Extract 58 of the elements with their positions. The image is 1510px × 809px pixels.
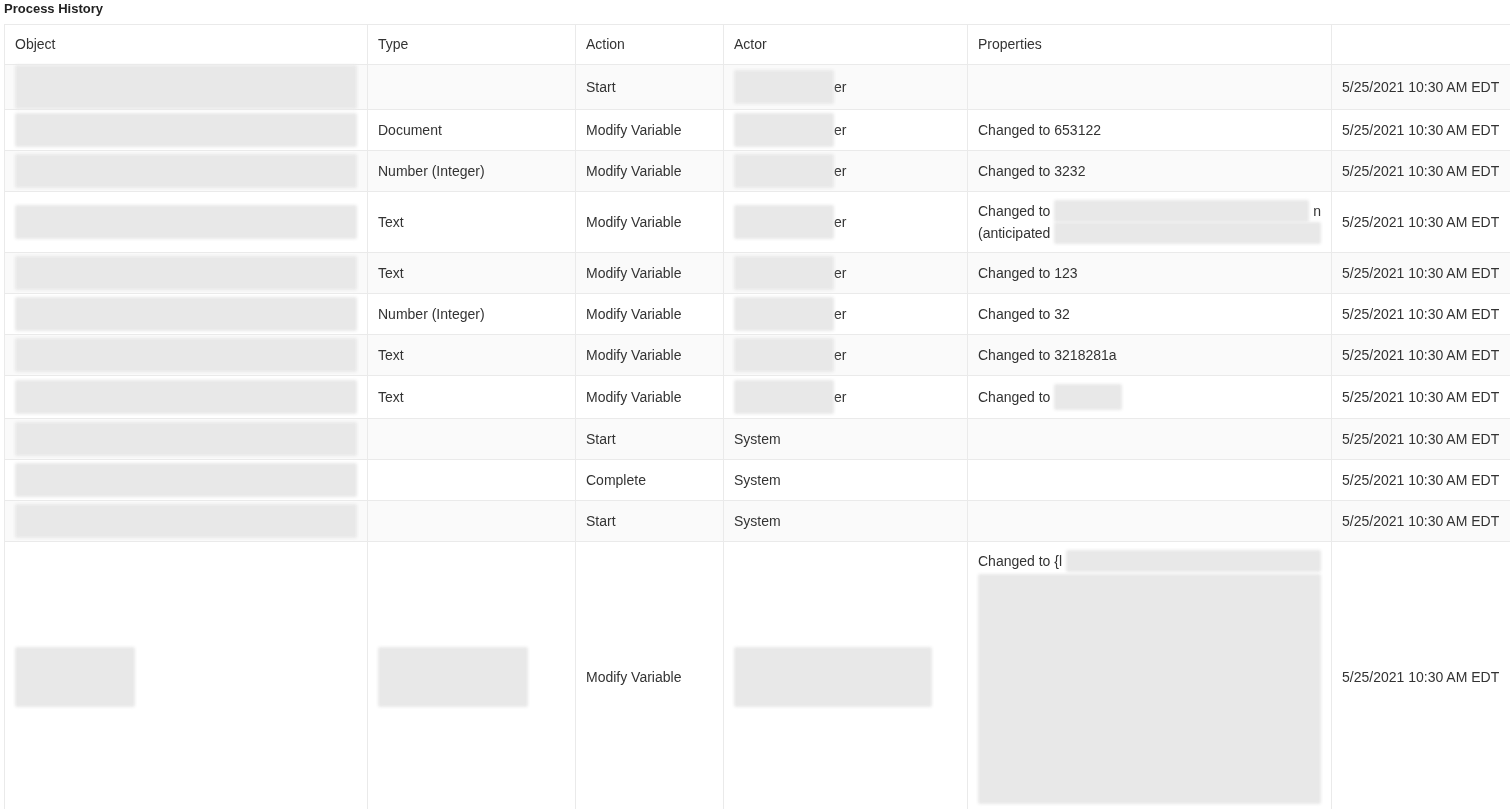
cell-text: System	[734, 511, 781, 531]
cell-text: er	[834, 77, 847, 97]
cell-text: Changed to 3232	[978, 162, 1086, 181]
cell-text: Changed to 32	[978, 305, 1070, 324]
cell-text: 5/25/2021 10:30 AM EDT	[1342, 121, 1500, 138]
cell-text: er	[834, 304, 847, 324]
cell-text: Text	[378, 213, 404, 230]
cell-text: 5/25/2021 10:30 AM EDT	[1342, 346, 1500, 363]
cell-text: Modify Variable	[586, 305, 682, 322]
cell-text: 5/25/2021 10:30 AM EDT	[1342, 264, 1500, 281]
cell-text: Number (Integer)	[378, 162, 485, 179]
column-header: Properties	[978, 36, 1042, 52]
cell-text: System	[734, 429, 781, 449]
cell-text: n	[1313, 202, 1321, 221]
cell-text: er	[834, 120, 847, 140]
column-header: Type	[378, 36, 409, 52]
cell-text: Modify Variable	[586, 121, 682, 138]
cell-text: er	[834, 263, 847, 283]
cell-text: Document	[378, 121, 442, 138]
cell-text: 5/25/2021 10:30 AM EDT	[1342, 512, 1500, 529]
cell-text: Modify Variable	[586, 162, 682, 179]
column-header: Action	[586, 36, 625, 52]
cell-text: Changed to	[978, 202, 1051, 221]
cell-text: Changed to 3218281a	[978, 346, 1117, 365]
cell-text: Start	[586, 430, 616, 447]
cell-text: er	[834, 387, 847, 407]
cell-text: Text	[378, 264, 404, 281]
cell-text: er	[834, 161, 847, 181]
cell-text: 5/25/2021 10:30 AM EDT	[1342, 213, 1500, 230]
cell-text: er	[834, 345, 847, 365]
cell-text: Text	[378, 346, 404, 363]
cell-text: (anticipated	[978, 224, 1051, 243]
cell-text: Complete	[586, 471, 646, 488]
cell-text: Start	[586, 512, 616, 529]
cell-text: Modify Variable	[586, 388, 682, 405]
cell-text: 5/25/2021 10:30 AM EDT	[1342, 78, 1500, 95]
cell-text: Start	[586, 78, 616, 95]
cell-text: 5/25/2021 10:30 AM EDT	[1342, 162, 1500, 179]
cell-text: 5/25/2021 10:30 AM EDT	[1342, 668, 1500, 685]
cell-text: Changed to	[978, 388, 1051, 407]
section-title: Process History	[4, 0, 104, 18]
cell-text: Changed to {l	[978, 552, 1063, 571]
cell-text: 5/25/2021 10:30 AM EDT	[1342, 305, 1500, 322]
cell-text: Changed to 123	[978, 264, 1078, 283]
cell-text: Modify Variable	[586, 346, 682, 363]
cell-text: 5/25/2021 10:30 AM EDT	[1342, 471, 1500, 488]
cell-text: 5/25/2021 10:30 AM EDT	[1342, 388, 1500, 405]
cell-text: Number (Integer)	[378, 305, 485, 322]
cell-text: Modify Variable	[586, 668, 682, 685]
column-header: Object	[15, 36, 56, 52]
column-header: Actor	[734, 36, 767, 52]
cell-text: 5/25/2021 10:30 AM EDT	[1342, 430, 1500, 447]
cell-text: Text	[378, 388, 404, 405]
cell-text: Modify Variable	[586, 264, 682, 281]
cell-text: Changed to 653122	[978, 121, 1101, 140]
cell-text: er	[834, 212, 847, 232]
cell-text: System	[734, 470, 781, 490]
cell-text: Modify Variable	[586, 213, 682, 230]
